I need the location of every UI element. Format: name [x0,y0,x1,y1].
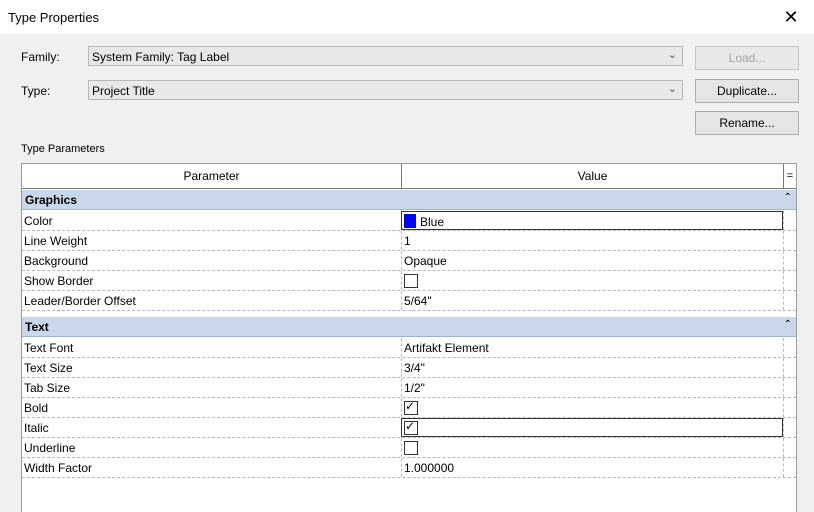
param-row-underline[interactable]: Underline [22,438,796,458]
value-editor[interactable] [401,418,783,437]
family-value: System Family: Tag Label [92,50,230,64]
title-bar: Type Properties ✕ [0,0,814,34]
param-value[interactable]: Artifakt Element [404,341,489,355]
grid-header: Parameter Value = [22,164,796,189]
param-name: Width Factor [24,461,93,475]
param-row-line-weight[interactable]: Line Weight 1 [22,231,796,251]
italic-checkbox[interactable]: ✓ [404,419,418,435]
parameters-grid: Parameter Value = Graphics ⌃ Color Blue … [21,163,797,512]
type-value: Project Title [92,84,155,98]
collapse-icon[interactable]: ⌃ [784,319,792,330]
param-name: Tab Size [24,381,71,395]
window-title: Type Properties [8,10,100,25]
bold-checkbox[interactable]: ✓ [404,399,418,415]
load-button[interactable]: Load... [695,46,799,70]
show-border-checkbox[interactable] [404,274,418,288]
param-name: Text Font [24,341,74,355]
param-row-text-size[interactable]: Text Size 3/4" [22,358,796,378]
value-column-header[interactable]: Value [402,164,784,188]
param-value[interactable]: 3/4" [404,361,425,375]
param-value[interactable]: 1.000000 [404,461,454,475]
group-header-graphics[interactable]: Graphics ⌃ [22,190,796,210]
param-value[interactable]: 1/2" [404,381,425,395]
param-row-bold[interactable]: Bold ✓ [22,398,796,418]
param-row-text-font[interactable]: Text Font Artifakt Element [22,338,796,358]
chevron-down-icon: ⌄ [667,49,677,61]
sort-button[interactable]: = [784,164,796,188]
value-editor[interactable] [401,211,783,230]
param-row-italic[interactable]: Italic ✓ [22,418,796,438]
param-name: Color [24,214,53,228]
collapse-icon[interactable]: ⌃ [784,192,792,203]
param-name: Bold [24,401,49,415]
param-name: Leader/Border Offset [24,294,136,308]
param-name: Text Size [24,361,73,375]
close-icon[interactable]: ✕ [778,6,804,28]
param-row-background[interactable]: Background Opaque [22,251,796,271]
underline-checkbox[interactable] [404,441,418,455]
type-parameters-label: Type Parameters [21,143,105,155]
checkmark-icon: ✓ [405,399,416,413]
group-header-text[interactable]: Text ⌃ [22,317,796,337]
color-value[interactable]: Blue [404,214,444,229]
param-value[interactable]: Opaque [404,254,447,268]
param-row-color[interactable]: Color Blue [22,211,796,231]
param-name: Background [24,254,89,268]
param-name: Italic [24,421,49,435]
family-label: Family: [21,50,60,64]
type-label: Type: [21,84,51,98]
param-row-show-border[interactable]: Show Border [22,271,796,291]
group-name: Text [25,320,49,334]
checkmark-icon: ✓ [405,419,416,433]
chevron-down-icon: ⌄ [667,83,677,95]
color-swatch [404,214,416,228]
duplicate-button[interactable]: Duplicate... [695,79,799,103]
group-name: Graphics [25,193,78,207]
family-dropdown[interactable]: System Family: Tag Label ⌄ [88,46,683,66]
type-dropdown[interactable]: Project Title ⌄ [88,80,683,100]
param-row-width-factor[interactable]: Width Factor 1.000000 [22,458,796,478]
param-name: Line Weight [24,234,88,248]
rename-button[interactable]: Rename... [695,111,799,135]
param-row-tab-size[interactable]: Tab Size 1/2" [22,378,796,398]
param-value[interactable]: 1 [404,234,411,248]
param-name: Underline [24,441,76,455]
parameter-column-header[interactable]: Parameter [22,164,402,188]
param-name: Show Border [24,274,94,288]
param-value[interactable]: 5/64" [404,294,432,308]
param-row-leader-border-offset[interactable]: Leader/Border Offset 5/64" [22,291,796,311]
